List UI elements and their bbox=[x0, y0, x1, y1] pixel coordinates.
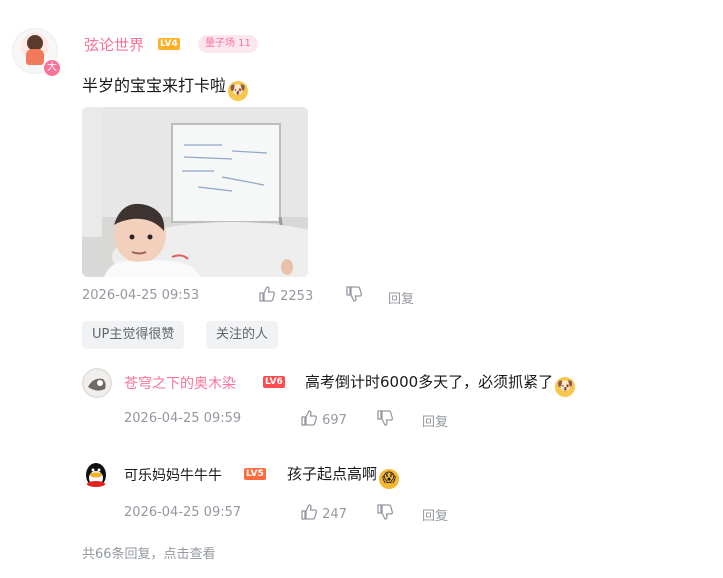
reply-text: 孩子起点高啊 bbox=[287, 465, 378, 483]
reply-content: 高考倒计时6000多天了，必须抓紧了 🐶 bbox=[305, 371, 576, 397]
reply-timestamp: 2026-04-25 09:57 bbox=[124, 505, 242, 520]
doge-emoji-icon: 🐶 bbox=[555, 377, 576, 397]
reply-text: 高考倒计时6000多天了，必须抓紧了 bbox=[305, 373, 554, 391]
level-badge: LV4 bbox=[158, 38, 180, 50]
reply-reply-button[interactable]: 回复 bbox=[422, 505, 448, 524]
reply-dislike-button[interactable] bbox=[376, 409, 394, 428]
thumbs-up-icon bbox=[301, 410, 318, 426]
reply-avatar[interactable] bbox=[82, 460, 110, 488]
like-count: 2253 bbox=[280, 289, 314, 304]
thumbs-down-icon bbox=[377, 504, 394, 520]
reply-avatar-image bbox=[86, 463, 106, 487]
reply-like-count: 697 bbox=[322, 413, 347, 428]
thumbs-down-icon bbox=[346, 286, 363, 302]
reply-level-badge: LV5 bbox=[244, 468, 266, 480]
reply-like-button[interactable]: 247 bbox=[300, 503, 347, 522]
dislike-button[interactable] bbox=[345, 285, 363, 304]
like-button[interactable]: 2253 bbox=[258, 285, 313, 304]
thumbs-down-icon bbox=[377, 410, 394, 426]
comment-text: 半岁的宝宝来打卡啦 bbox=[82, 76, 227, 95]
reply-content: 孩子起点高啊 😱 bbox=[287, 463, 400, 489]
reply-avatar[interactable] bbox=[82, 368, 112, 398]
reply-reply-button[interactable]: 回复 bbox=[422, 411, 448, 430]
doge-emoji-icon: 🐶 bbox=[228, 81, 249, 101]
thumbs-up-icon bbox=[301, 504, 318, 520]
following-tag: 关注的人 bbox=[206, 321, 279, 349]
up-liked-tag: UP主觉得很赞 bbox=[82, 321, 185, 349]
reply-username[interactable]: 可乐妈妈牛牛牛 bbox=[124, 465, 222, 485]
avatar-badge: 大 bbox=[42, 58, 62, 78]
view-more-replies-link[interactable]: 共66条回复，点击查看 bbox=[82, 543, 216, 562]
comment-timestamp: 2026-04-25 09:53 bbox=[82, 288, 200, 303]
fan-medal[interactable]: 量子场 11 bbox=[198, 35, 258, 53]
shocked-emoji-icon: 😱 bbox=[379, 469, 400, 489]
comment-image[interactable] bbox=[82, 107, 308, 277]
comment-content: 半岁的宝宝来打卡啦 🐶 bbox=[82, 72, 249, 101]
reply-timestamp: 2026-04-25 09:59 bbox=[124, 411, 242, 426]
reply-dislike-button[interactable] bbox=[376, 503, 394, 522]
reply-button[interactable]: 回复 bbox=[388, 288, 414, 307]
comment-username[interactable]: 弦论世界 bbox=[84, 34, 144, 55]
reply-avatar-image bbox=[84, 370, 110, 396]
reply-like-button[interactable]: 697 bbox=[300, 409, 347, 428]
baby-photo-illustration bbox=[82, 107, 308, 277]
reply-level-badge: LV6 bbox=[263, 376, 285, 388]
reply-username[interactable]: 苍穹之下的奥木染 bbox=[124, 373, 236, 393]
thumbs-up-icon bbox=[259, 286, 276, 302]
reply-like-count: 247 bbox=[322, 507, 347, 522]
